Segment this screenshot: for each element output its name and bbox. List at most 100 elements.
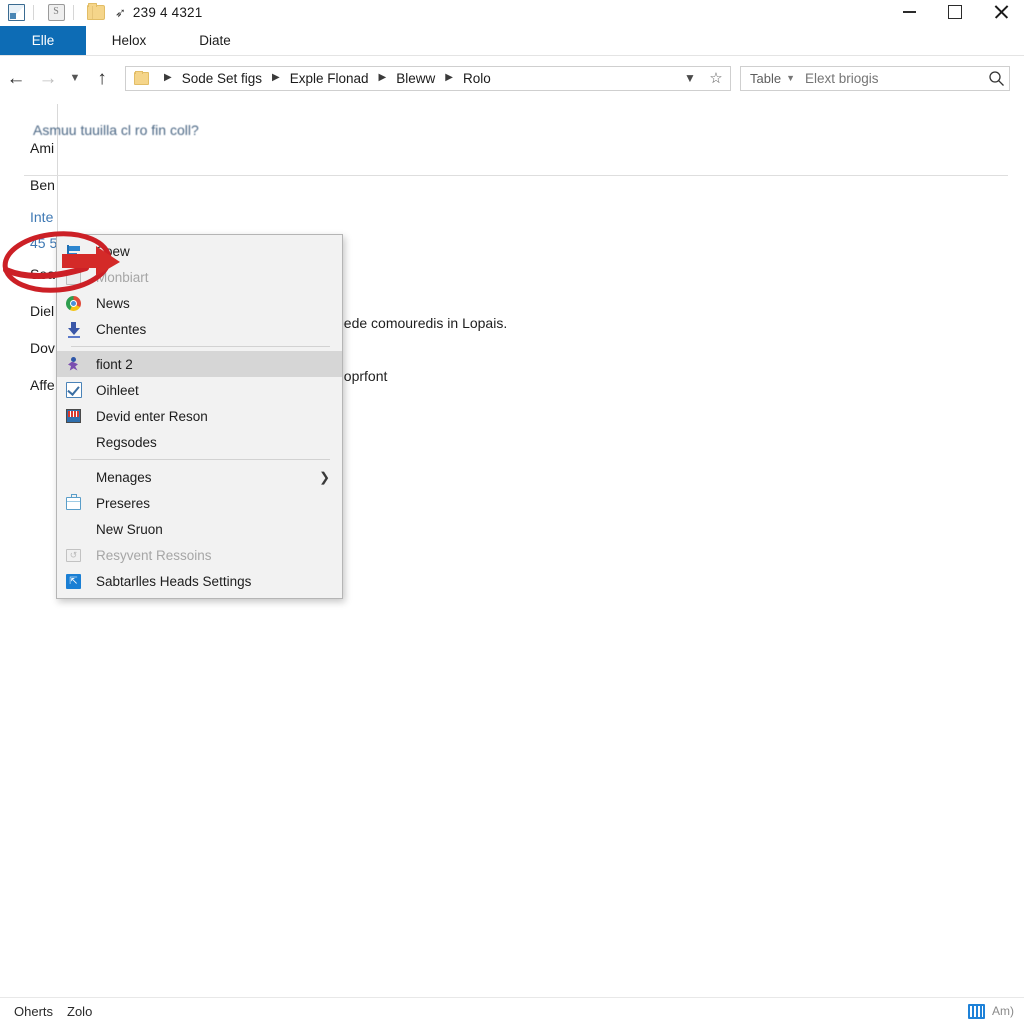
tab-diate[interactable]: Diate [172, 26, 258, 55]
context-menu-item-label: Resyvent Ressoins [96, 547, 212, 563]
context-menu-item-label: Monbiart [96, 269, 149, 285]
breadcrumb-separator-icon: ▶ [378, 72, 387, 83]
context-menu-item-label: New Sruon [96, 521, 163, 537]
context-menu-item-label: News [96, 295, 130, 311]
divider [33, 4, 34, 20]
view-mode-icon[interactable] [968, 1003, 985, 1019]
breadcrumb-separator-icon: ▶ [272, 72, 280, 83]
divider [73, 4, 74, 20]
context-menu-item-oihleet[interactable]: Oihleet [57, 377, 342, 403]
context-menu-item-label: Menages [96, 469, 152, 485]
body-line-2: doprfont [336, 368, 388, 384]
breadcrumb-item-2[interactable]: Exple Flonad [288, 71, 371, 86]
chevron-right-icon: ❯ [319, 469, 330, 485]
context-menu-item-label: Preseres [96, 495, 151, 511]
navigation-bar: ← → ▼ ↑ ▶ Sode Set figs ▶ Exple Flonad ▶… [0, 56, 1024, 100]
context-menu-item-label: Devid enter Reson [96, 408, 208, 424]
breadcrumb-item-4[interactable]: Rolo [461, 71, 493, 86]
tab-label: Diate [199, 33, 231, 48]
context-menu-item-devid-enter-reson[interactable]: Devid enter Reson [57, 403, 342, 429]
context-menu-item-label: Oihleet [96, 382, 139, 398]
search-icon[interactable] [984, 70, 1009, 87]
address-bar-actions: ▼ ☆ [678, 67, 728, 90]
search-scope-chevron-down-icon[interactable]: ▼ [786, 73, 795, 83]
window-title: 239 4 4321 [132, 4, 203, 20]
context-menu-item-label: fiont 2 [96, 356, 133, 372]
context-menu-separator [71, 346, 330, 347]
context-menu-item-label: Regsodes [96, 434, 157, 450]
content-area: Asmuu tuuilla cl ro fin coll? Ami Ben In… [0, 100, 1024, 998]
left-row-2[interactable]: Inte [30, 204, 90, 230]
blue-square-icon [65, 573, 82, 590]
context-menu-scrollbar[interactable] [339, 235, 342, 598]
checkbox-icon [65, 382, 82, 399]
minimize-button[interactable] [886, 0, 932, 24]
content-divider [24, 175, 1008, 176]
flag-icon [65, 243, 82, 260]
no-icon [65, 521, 82, 538]
tab-label: Elle [31, 33, 55, 48]
app-window: ➶ 239 4 4321 ⓘ Elle Helox Diate ← → ▼ ↑ … [0, 0, 1024, 1024]
status-bar-right: Am) [968, 1003, 1014, 1019]
context-menu-item-sabtarlles-heads-settings[interactable]: Sabtarlles Heads Settings [57, 568, 342, 594]
context-menu-separator [71, 459, 330, 460]
context-menu-item-chentes[interactable]: Chentes [57, 316, 342, 342]
folder-icon [134, 70, 149, 85]
close-button[interactable] [978, 0, 1024, 24]
context-menu-item-news[interactable]: News [57, 290, 342, 316]
no-icon [65, 469, 82, 486]
tab-label: Helox [111, 33, 147, 48]
recent-locations-chevron-down-icon[interactable]: ▼ [64, 62, 86, 94]
app-icon[interactable] [45, 2, 67, 22]
title-bar: ➶ 239 4 4321 [0, 0, 1024, 24]
back-arrow-icon[interactable]: ← [0, 62, 32, 94]
body-line-1: eede comouredis in Lopais. [336, 315, 508, 331]
status-right-text: Am) [992, 1004, 1014, 1018]
no-icon [65, 434, 82, 451]
star-icon[interactable]: ☆ [704, 67, 728, 90]
restore-icon [65, 547, 82, 564]
breadcrumb-separator-icon: ▶ [445, 72, 453, 83]
context-menu-item-soew[interactable]: Soew [57, 238, 342, 264]
pin-icon[interactable]: ➶ [115, 6, 126, 19]
context-menu-item-label: Chentes [96, 321, 147, 337]
breadcrumb-separator-icon: ▶ [164, 72, 172, 83]
search-input[interactable] [795, 69, 984, 87]
folder-icon [85, 2, 107, 22]
monitor-icon [65, 408, 82, 425]
status-item-0: Oherts [14, 1003, 54, 1019]
address-bar[interactable]: ▶ Sode Set figs ▶ Exple Flonad ▶ Bleww ▶… [125, 65, 731, 91]
search-box[interactable]: Table ▼ [740, 65, 1010, 91]
context-menu-item-monbiart: Monbiart [57, 264, 342, 290]
tab-elle[interactable]: Elle [0, 26, 86, 55]
context-menu-item-resyvent-ressoins: Resyvent Ressoins [57, 542, 342, 568]
left-row-1: Ben [30, 177, 55, 193]
tab-helox[interactable]: Helox [86, 26, 172, 55]
context-menu-item-preseres[interactable]: Preseres [57, 490, 342, 516]
context-menu-item-regsodes[interactable]: Regsodes [57, 429, 342, 455]
grey-square-icon [65, 269, 82, 286]
context-menu-item-fiont-2[interactable]: fiont 2 [57, 351, 342, 377]
breadcrumb-item-1[interactable]: Sode Set figs [180, 71, 264, 86]
download-icon [65, 321, 82, 338]
ribbon-tab-bar: Elle Helox Diate [0, 26, 1024, 55]
address-chevron-down-icon[interactable]: ▼ [678, 67, 702, 90]
forward-arrow-icon[interactable]: → [32, 62, 64, 94]
breadcrumb-item-3[interactable]: Bleww [394, 71, 437, 86]
window-controls [886, 0, 1024, 24]
window-icon [5, 2, 27, 22]
left-row-0: Ami [30, 140, 55, 156]
maximize-button[interactable] [932, 0, 978, 24]
context-menu-item-label: Sabtarlles Heads Settings [96, 573, 252, 589]
case-icon [65, 493, 82, 512]
chrome-icon [65, 295, 82, 312]
status-bar: Oherts Zolo Am) [0, 997, 1024, 1024]
up-arrow-icon[interactable]: ↑ [86, 62, 118, 94]
context-menu-item-menages[interactable]: Menages ❯ [57, 464, 342, 490]
context-menu-item-label: Soew [96, 243, 130, 259]
status-item-1: Zolo [67, 1003, 93, 1019]
person-icon [65, 356, 82, 373]
search-scope-label[interactable]: Table [741, 71, 781, 86]
context-menu-item-new-sruon[interactable]: New Sruon [57, 516, 342, 542]
context-menu: Soew Monbiart News Chentes fiont 2 Oihle… [56, 234, 343, 599]
